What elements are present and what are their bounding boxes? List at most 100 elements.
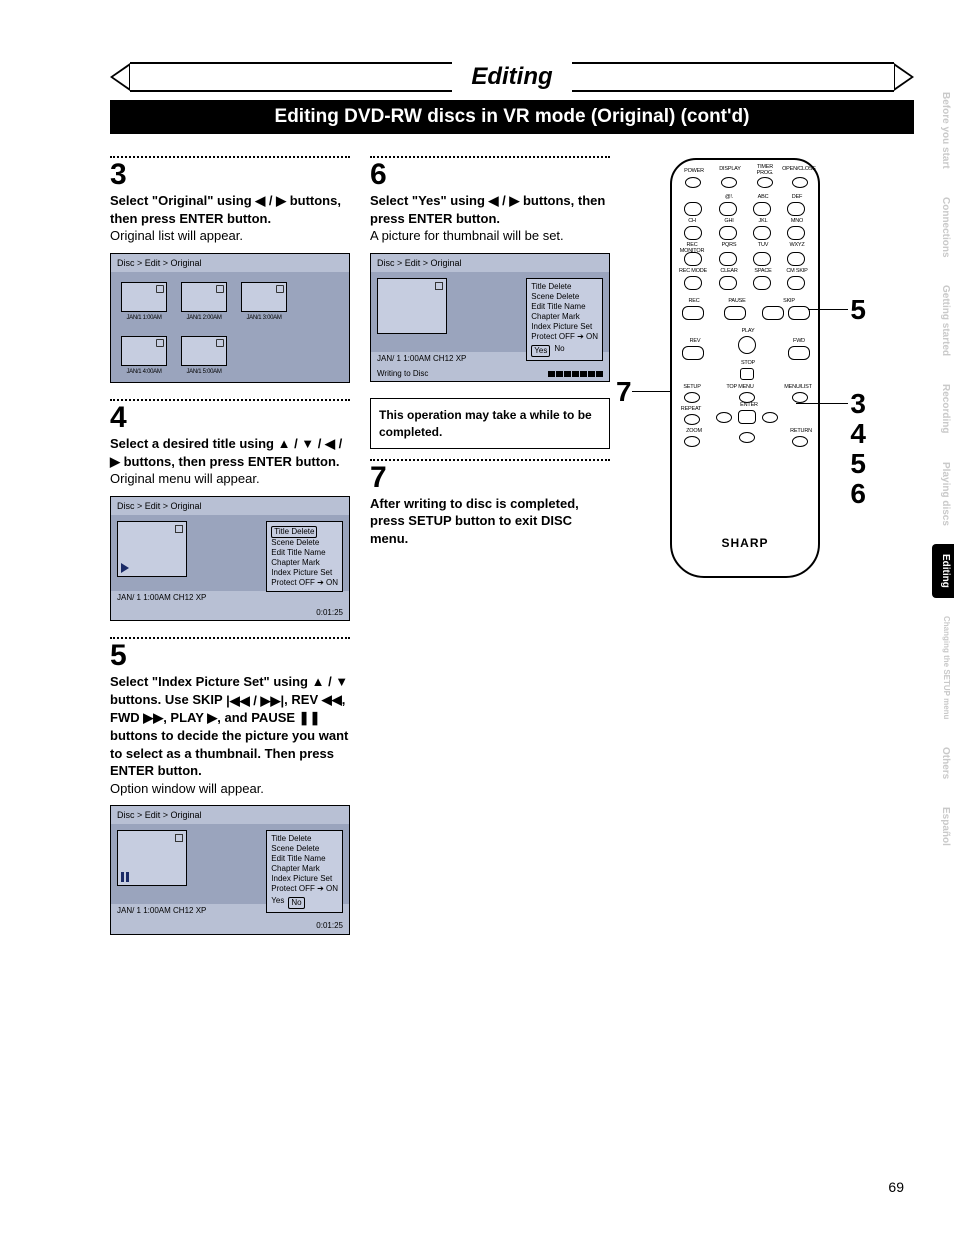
preview-thumbnail bbox=[117, 830, 187, 886]
num-4-button[interactable] bbox=[719, 226, 737, 240]
edit-menu: Title Delete Scene Delete Edit Title Nam… bbox=[526, 278, 603, 361]
num-0-button[interactable] bbox=[753, 276, 771, 290]
step3-body: Original list will appear. bbox=[110, 227, 350, 245]
step-number-7: 7 bbox=[370, 463, 610, 493]
list-item: JAN/1 3:00AM bbox=[241, 282, 287, 322]
rec-monitor-button[interactable] bbox=[684, 252, 702, 266]
step6-instruction: Select "Yes" using ◀ / ▶ buttons, then p… bbox=[370, 193, 605, 226]
play-icon bbox=[121, 563, 129, 573]
num-5-button[interactable] bbox=[753, 226, 771, 240]
step7-instruction: After writing to disc is completed, pres… bbox=[370, 496, 579, 546]
edit-menu: Title Delete Scene Delete Edit Title Nam… bbox=[266, 830, 343, 913]
preview-thumbnail bbox=[377, 278, 447, 334]
step-number-3: 3 bbox=[110, 160, 350, 190]
step5-instruction: Select "Index Picture Set" using ▲ / ▼ b… bbox=[110, 674, 348, 778]
repeat-button[interactable] bbox=[684, 414, 700, 425]
callout-step-5b: 5 bbox=[850, 448, 866, 480]
clear-button[interactable] bbox=[719, 276, 737, 290]
callout-step-5: 5 bbox=[850, 294, 866, 326]
stop-button[interactable] bbox=[740, 368, 754, 380]
return-button[interactable] bbox=[792, 436, 808, 447]
list-item: JAN/1 1:00AM bbox=[121, 282, 167, 322]
step5-body: Option window will appear. bbox=[110, 780, 350, 798]
num-2-button[interactable] bbox=[753, 202, 771, 216]
tab-playing-discs[interactable]: Playing discs bbox=[932, 452, 954, 536]
pause-icon bbox=[121, 872, 129, 882]
callout-step-4: 4 bbox=[850, 418, 866, 450]
step3-instruction: Select "Original" using ◀ / ▶ buttons, t… bbox=[110, 193, 341, 226]
screen-option-window: Disc > Edit > Original Title Delete Scen… bbox=[110, 805, 350, 935]
nav-left-button[interactable] bbox=[716, 412, 732, 423]
list-item: JAN/1 2:00AM bbox=[181, 282, 227, 322]
column-left: 3 Select "Original" using ◀ / ▶ buttons,… bbox=[110, 152, 350, 951]
tab-connections[interactable]: Connections bbox=[932, 187, 954, 268]
rec-mode-button[interactable] bbox=[684, 276, 702, 290]
writing-label: Writing to Disc bbox=[377, 369, 428, 380]
num-1-button[interactable] bbox=[719, 202, 737, 216]
enter-button[interactable] bbox=[738, 410, 756, 424]
skip-fwd-button[interactable] bbox=[788, 306, 810, 320]
timer-button[interactable] bbox=[757, 177, 773, 188]
step6-body: A picture for thumbnail will be set. bbox=[370, 227, 610, 245]
num-7-button[interactable] bbox=[719, 252, 737, 266]
open-close-button[interactable] bbox=[792, 177, 808, 188]
section-tabs: Before you start Connections Getting sta… bbox=[932, 82, 954, 856]
num-3-button[interactable] bbox=[787, 202, 805, 216]
step-number-5: 5 bbox=[110, 641, 350, 671]
page-title-bar: Editing bbox=[110, 60, 914, 94]
title-chevron-right-icon bbox=[894, 63, 914, 91]
tab-editing[interactable]: Editing bbox=[932, 544, 954, 598]
menu-list-button[interactable] bbox=[792, 392, 808, 403]
rec-button[interactable] bbox=[682, 306, 704, 320]
nav-down-button[interactable] bbox=[739, 432, 755, 443]
num-6-button[interactable] bbox=[787, 226, 805, 240]
tab-recording[interactable]: Recording bbox=[932, 374, 954, 443]
screen-original-list: Disc > Edit > Original JAN/1 1:00AM JAN/… bbox=[110, 253, 350, 383]
list-item: JAN/1 5:00AM bbox=[181, 336, 227, 376]
fwd-button[interactable] bbox=[788, 346, 810, 360]
tab-setup-menu[interactable]: Changing the SETUP menu bbox=[932, 606, 954, 729]
display-button[interactable] bbox=[721, 177, 737, 188]
ch-down-button[interactable] bbox=[684, 226, 702, 240]
nav-right-button[interactable] bbox=[762, 412, 778, 423]
rev-button[interactable] bbox=[682, 346, 704, 360]
screen-original-menu: Disc > Edit > Original Title Delete Scen… bbox=[110, 496, 350, 622]
skip-back-button[interactable] bbox=[762, 306, 784, 320]
callout-step-7: 7 bbox=[616, 376, 632, 408]
tab-before-you-start[interactable]: Before you start bbox=[932, 82, 954, 179]
step-number-4: 4 bbox=[110, 403, 350, 433]
progress-bar bbox=[548, 371, 603, 377]
num-8-button[interactable] bbox=[753, 252, 771, 266]
page-number: 69 bbox=[888, 1179, 904, 1195]
screen-writing: Disc > Edit > Original Title Delete Scen… bbox=[370, 253, 610, 383]
callout-step-3: 3 bbox=[850, 388, 866, 420]
num-9-button[interactable] bbox=[787, 252, 805, 266]
power-button[interactable] bbox=[685, 177, 701, 188]
setup-button[interactable] bbox=[684, 392, 700, 403]
ch-up-button[interactable] bbox=[684, 202, 702, 216]
section-subhead: Editing DVD-RW discs in VR mode (Origina… bbox=[110, 100, 914, 134]
breadcrumb: Disc > Edit > Original bbox=[111, 254, 349, 272]
list-item: JAN/1 4:00AM bbox=[121, 336, 167, 376]
zoom-button[interactable] bbox=[684, 436, 700, 447]
pause-button[interactable] bbox=[724, 306, 746, 320]
tab-espanol[interactable]: Español bbox=[932, 797, 954, 856]
tab-others[interactable]: Others bbox=[932, 737, 954, 789]
column-remote: POWER DISPLAY TIMER PROG. OPEN/CLOSE @!.… bbox=[630, 152, 860, 951]
step4-instruction: Select a desired title using ▲ / ▼ / ◀ /… bbox=[110, 436, 342, 469]
step4-body: Original menu will appear. bbox=[110, 470, 350, 488]
note-callout: This operation may take a while to be co… bbox=[370, 398, 610, 448]
title-chevron-left-icon bbox=[110, 63, 130, 91]
edit-menu: Title Delete Scene Delete Edit Title Nam… bbox=[266, 521, 343, 592]
cm-skip-button[interactable] bbox=[787, 276, 805, 290]
brand-logo: SHARP bbox=[672, 536, 818, 550]
play-button[interactable] bbox=[738, 336, 756, 354]
callout-step-6: 6 bbox=[850, 478, 866, 510]
page-title: Editing bbox=[452, 60, 572, 94]
column-middle: 6 Select "Yes" using ◀ / ▶ buttons, then… bbox=[370, 152, 610, 951]
tab-getting-started[interactable]: Getting started bbox=[932, 275, 954, 366]
skip-icon: |◀◀ / ▶▶| bbox=[226, 692, 284, 710]
step-number-6: 6 bbox=[370, 160, 610, 190]
preview-thumbnail bbox=[117, 521, 187, 577]
remote-diagram: POWER DISPLAY TIMER PROG. OPEN/CLOSE @!.… bbox=[670, 158, 820, 578]
